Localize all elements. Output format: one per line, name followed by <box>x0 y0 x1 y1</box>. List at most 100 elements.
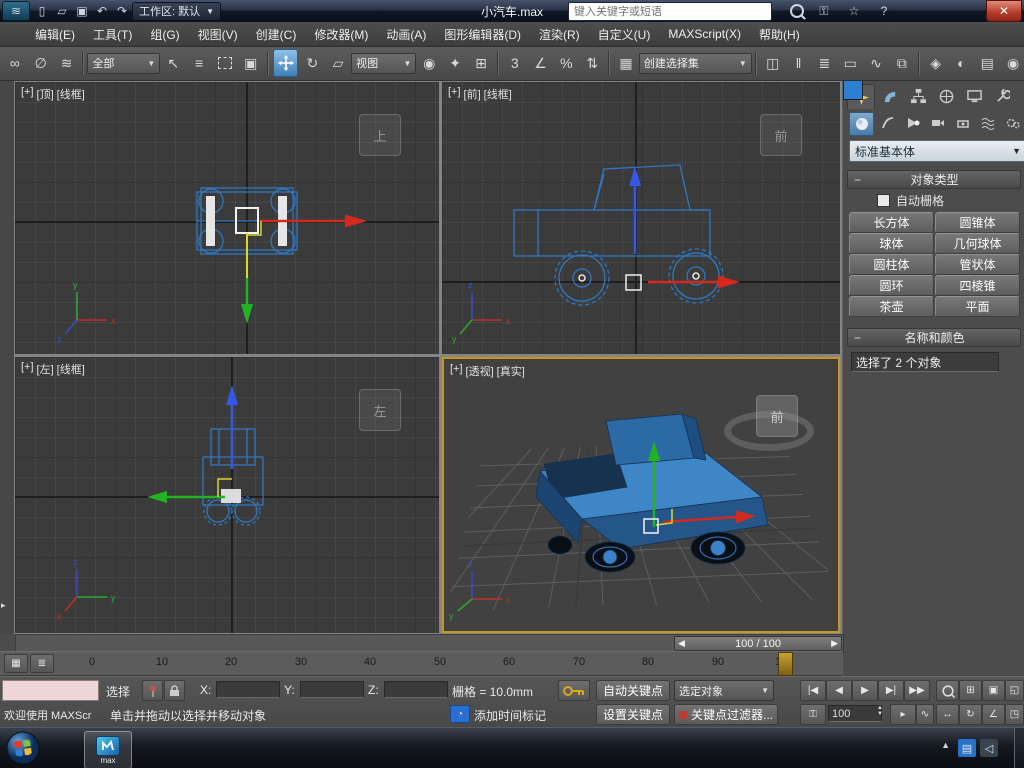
menu-modifiers[interactable]: 修改器(M) <box>305 22 377 46</box>
button-tube[interactable]: 管状体 <box>935 254 1020 275</box>
select-and-rotate-icon[interactable]: ↻ <box>300 50 324 76</box>
time-slider-handle[interactable]: ◀ 100 / 100 ▶ <box>674 636 842 651</box>
next-frame-icon[interactable]: ▶| <box>878 680 904 701</box>
tab-motion[interactable] <box>933 84 959 108</box>
button-teapot[interactable]: 茶壶 <box>849 296 934 317</box>
menu-tools[interactable]: 工具(T) <box>84 22 141 46</box>
viewport-menu-general[interactable]: [+] <box>448 86 461 102</box>
frame-forward-arrow[interactable]: ▶ <box>831 638 838 649</box>
button-pyramid[interactable]: 四棱锥 <box>935 275 1020 296</box>
track-bar[interactable]: ▦ ≣ 0 10 20 30 40 50 60 70 80 90 100 <box>0 651 842 676</box>
graphite-ribbon-icon[interactable]: ▭ <box>838 50 862 76</box>
mini-curve-editor-icon[interactable]: ▦ <box>4 654 28 673</box>
select-and-manipulate-icon[interactable]: ✦ <box>443 50 467 76</box>
subtab-cameras[interactable] <box>926 112 949 134</box>
button-sphere[interactable]: 球体 <box>849 233 934 254</box>
object-color-swatch[interactable] <box>843 80 863 100</box>
window-crossing-icon[interactable]: ▣ <box>239 50 263 76</box>
new-file-icon[interactable]: ▯ <box>32 2 52 20</box>
button-torus[interactable]: 圆环 <box>849 275 934 296</box>
zoom-extents-icon[interactable]: ▣ <box>982 680 1005 701</box>
subtab-systems[interactable] <box>1001 112 1024 134</box>
time-tag-icon[interactable]: ◔ <box>450 705 470 723</box>
rendered-frame-icon[interactable]: ▤ <box>975 50 999 76</box>
y-coordinate-field[interactable] <box>300 681 364 698</box>
current-frame-marker[interactable] <box>778 652 793 676</box>
viewport-menu-pov[interactable]: [左] <box>37 361 54 377</box>
primitive-category-dropdown[interactable]: 标准基本体 ▼ <box>849 140 1024 162</box>
menu-rendering[interactable]: 渲染(R) <box>530 22 589 46</box>
rollout-name-color[interactable]: − 名称和颜色 <box>847 328 1021 347</box>
menu-graph-editors[interactable]: 图形编辑器(D) <box>435 22 530 46</box>
tray-volume-icon[interactable]: ◁ <box>980 739 998 757</box>
key-filter-scope-dropdown[interactable]: 选定对象▼ <box>674 680 774 701</box>
help-icon[interactable]: ? <box>874 2 894 20</box>
selection-lock-icon[interactable] <box>164 680 185 701</box>
maximize-viewport-icon[interactable]: ◳ <box>1005 704 1024 725</box>
named-selection-set-dropdown[interactable]: 创建选择集▼ <box>639 53 752 74</box>
trackbar-filter-icon[interactable]: ≣ <box>30 654 54 673</box>
viewcube[interactable]: 左 <box>359 389 401 431</box>
workspace-dropdown[interactable]: 工作区: 默认 ▼ <box>132 2 221 21</box>
named-selection-sets-icon[interactable]: ▦ <box>614 50 638 76</box>
favorites-star-icon[interactable]: ☆ <box>844 2 864 20</box>
viewport-perspective[interactable]: [+] [透视] [真实] 前 <box>442 357 840 633</box>
frame-spinner[interactable]: ▲▼ <box>877 705 883 717</box>
z-coordinate-field[interactable] <box>384 681 448 698</box>
maxscript-mini-listener[interactable] <box>2 680 99 701</box>
show-desktop-button[interactable] <box>1014 728 1024 768</box>
set-key-button[interactable]: 设置关键点 <box>596 704 670 725</box>
select-and-move-icon[interactable] <box>273 49 299 77</box>
go-to-start-icon[interactable]: |◀ <box>800 680 826 701</box>
previous-frame-icon[interactable]: ◀ <box>826 680 852 701</box>
taskbar-app-3dsmax[interactable]: max <box>84 731 132 768</box>
curve-editor-icon[interactable]: ∿ <box>864 50 888 76</box>
viewport-menu-general[interactable]: [+] <box>450 363 463 379</box>
button-plane[interactable]: 平面 <box>935 296 1020 317</box>
subtab-lights[interactable] <box>901 112 924 134</box>
use-pivot-center-icon[interactable]: ◉ <box>417 50 441 76</box>
tab-hierarchy[interactable] <box>905 84 931 108</box>
open-file-icon[interactable]: ▱ <box>52 2 72 20</box>
select-and-scale-icon[interactable]: ▱ <box>326 50 350 76</box>
mirror-icon[interactable]: ◫ <box>761 50 785 76</box>
app-menu-button[interactable]: ≋ <box>2 1 30 21</box>
viewport-menu-shading[interactable]: [线框] <box>57 361 85 377</box>
rect-selection-region-icon[interactable] <box>213 50 237 76</box>
undo-icon[interactable]: ↶ <box>92 2 112 20</box>
align-icon[interactable]: ‖ <box>787 50 811 76</box>
percent-snap-icon[interactable]: % <box>554 50 578 76</box>
menu-animation[interactable]: 动画(A) <box>377 22 435 46</box>
save-icon[interactable]: ▣ <box>72 2 92 20</box>
pan-icon[interactable]: ↔ <box>936 704 959 725</box>
viewport-menu-shading[interactable]: [真实] <box>497 363 525 379</box>
search-icon[interactable] <box>790 4 804 18</box>
render-production-icon[interactable]: ◉ <box>1001 50 1024 76</box>
button-box[interactable]: 长方体 <box>849 212 934 233</box>
show-hidden-icons-arrow[interactable]: ▲ <box>941 740 950 750</box>
subtab-spacewarps[interactable] <box>976 112 999 134</box>
angle-snap-icon[interactable]: ∠ <box>529 50 553 76</box>
viewport-menu-pov[interactable]: [前] <box>464 86 481 102</box>
button-cone[interactable]: 圆锥体 <box>935 212 1020 233</box>
viewport-menu-shading[interactable]: [线框] <box>57 86 85 102</box>
auto-key-button[interactable]: 自动关键点 <box>596 680 670 701</box>
start-button[interactable] <box>6 731 40 768</box>
selection-pin-icon[interactable] <box>142 680 163 701</box>
button-cylinder[interactable]: 圆柱体 <box>849 254 934 275</box>
select-link-icon[interactable]: ∞ <box>3 50 27 76</box>
viewport-menu-general[interactable]: [+] <box>21 86 34 102</box>
zoom-icon[interactable] <box>936 680 959 701</box>
spinner-snap-icon[interactable]: ⇅ <box>580 50 604 76</box>
play-icon[interactable]: ▶ <box>852 680 878 701</box>
reference-coordinate-dropdown[interactable]: 视图▼ <box>351 53 416 74</box>
keyboard-override-icon[interactable]: ⊞ <box>469 50 493 76</box>
snap-toggle-3d-icon[interactable]: 3 <box>503 50 527 76</box>
expand-toolbar-arrow[interactable]: ▸ <box>1 600 6 611</box>
add-time-tag-label[interactable]: 添加时间标记 <box>474 707 546 724</box>
subtab-geometry[interactable] <box>849 112 874 136</box>
select-object-icon[interactable]: ↖ <box>161 50 185 76</box>
button-geosphere[interactable]: 几何球体 <box>935 233 1020 254</box>
key-icon[interactable]: ⚿ <box>814 2 834 20</box>
tray-network-icon[interactable]: ▤ <box>958 739 976 757</box>
